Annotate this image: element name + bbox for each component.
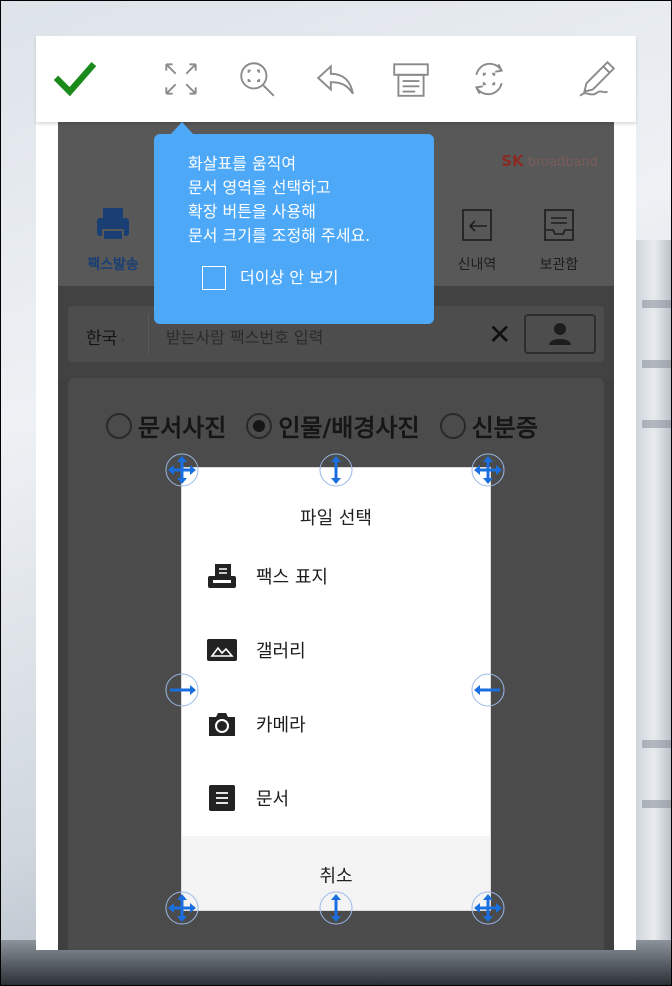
check-icon — [54, 61, 96, 97]
option-camera[interactable]: 카메라 — [206, 704, 466, 744]
move-arrows-icon — [165, 453, 199, 487]
caret-down-icon: ▾ — [117, 336, 126, 347]
vertical-arrows-icon — [319, 891, 353, 925]
crop-handle-left[interactable] — [164, 672, 200, 708]
crop-handle-right[interactable] — [470, 672, 506, 708]
radio-document-photo[interactable]: 문서사진 — [106, 408, 226, 443]
fullscreen-button[interactable] — [158, 56, 204, 102]
print-icon — [393, 63, 429, 97]
fax-machine-icon — [97, 208, 129, 241]
sk-broadband-logo: SK broadband — [501, 152, 598, 170]
move-arrows-icon — [471, 453, 505, 487]
undo-icon — [316, 64, 354, 95]
file-select-sheet: 파일 선택 팩스 표지 갤러리 카메라 문서 취소 — [182, 468, 490, 910]
radio-circle-selected — [246, 412, 273, 439]
radio-person-photo[interactable]: 인물/배경사진 — [246, 408, 420, 443]
fullscreen-icon — [165, 63, 197, 95]
nav-storage[interactable]: 보관함 — [514, 204, 604, 274]
background-right — [636, 240, 672, 940]
person-icon — [549, 323, 571, 345]
crop-handle-bottom-left[interactable] — [164, 890, 200, 926]
zoom-button[interactable] — [234, 56, 280, 102]
clear-icon[interactable]: ✕ — [488, 318, 511, 351]
nav-received[interactable]: 신내역 — [432, 204, 522, 274]
crop-handle-top[interactable] — [318, 452, 354, 488]
image-icon — [207, 639, 237, 661]
fax-cover-icon — [208, 564, 236, 588]
dont-show-again-checkbox[interactable]: 더이상 안 보기 — [202, 266, 434, 290]
photo-type-radios: 문서사진 인물/배경사진 신분증 — [106, 408, 538, 443]
crop-handle-bottom-right[interactable] — [470, 890, 506, 926]
crop-handle-top-right[interactable] — [470, 452, 506, 488]
sheet-title: 파일 선택 — [300, 508, 372, 529]
crop-handle-bottom[interactable] — [318, 890, 354, 926]
undo-button[interactable] — [312, 56, 358, 102]
camera-icon — [209, 713, 235, 736]
checkbox-box — [202, 266, 226, 290]
crop-handle-top-left[interactable] — [164, 452, 200, 488]
contacts-button[interactable] — [524, 314, 596, 354]
rotate-icon — [474, 62, 504, 96]
editor-toolbar — [36, 36, 636, 122]
move-arrows-icon — [471, 891, 505, 925]
storage-box-icon — [544, 209, 574, 241]
option-document[interactable]: 문서 — [206, 778, 466, 818]
pen-icon — [579, 60, 616, 97]
document-icon — [209, 785, 235, 811]
rotate-button[interactable] — [466, 56, 512, 102]
move-arrows-icon — [165, 891, 199, 925]
pen-button[interactable] — [574, 56, 620, 102]
zoom-icon — [240, 62, 275, 97]
fax-number-input[interactable]: 받는사람 팩스번호 입력 — [166, 324, 323, 348]
country-select[interactable]: 한국 ▾ — [86, 324, 125, 349]
horizontal-arrow-icon — [471, 673, 505, 707]
horizontal-arrow-icon — [165, 673, 199, 707]
option-gallery[interactable]: 갤러리 — [206, 630, 466, 670]
option-fax-cover[interactable]: 팩스 표지 — [206, 556, 466, 596]
guide-tooltip: 화살표를 움직여 문서 영역을 선택하고 확장 버튼을 사용해 문서 크기를 조… — [154, 134, 434, 324]
radio-circle — [106, 412, 132, 439]
vertical-arrows-icon — [319, 453, 353, 487]
confirm-button[interactable] — [52, 56, 98, 102]
inbox-arrow-icon — [462, 209, 492, 241]
print-button[interactable] — [388, 56, 434, 102]
nav-fax-send[interactable]: 팩스발송 — [68, 204, 158, 274]
radio-circle — [439, 412, 466, 439]
radio-id-card[interactable]: 신분증 — [439, 408, 538, 443]
input-divider — [148, 314, 149, 354]
